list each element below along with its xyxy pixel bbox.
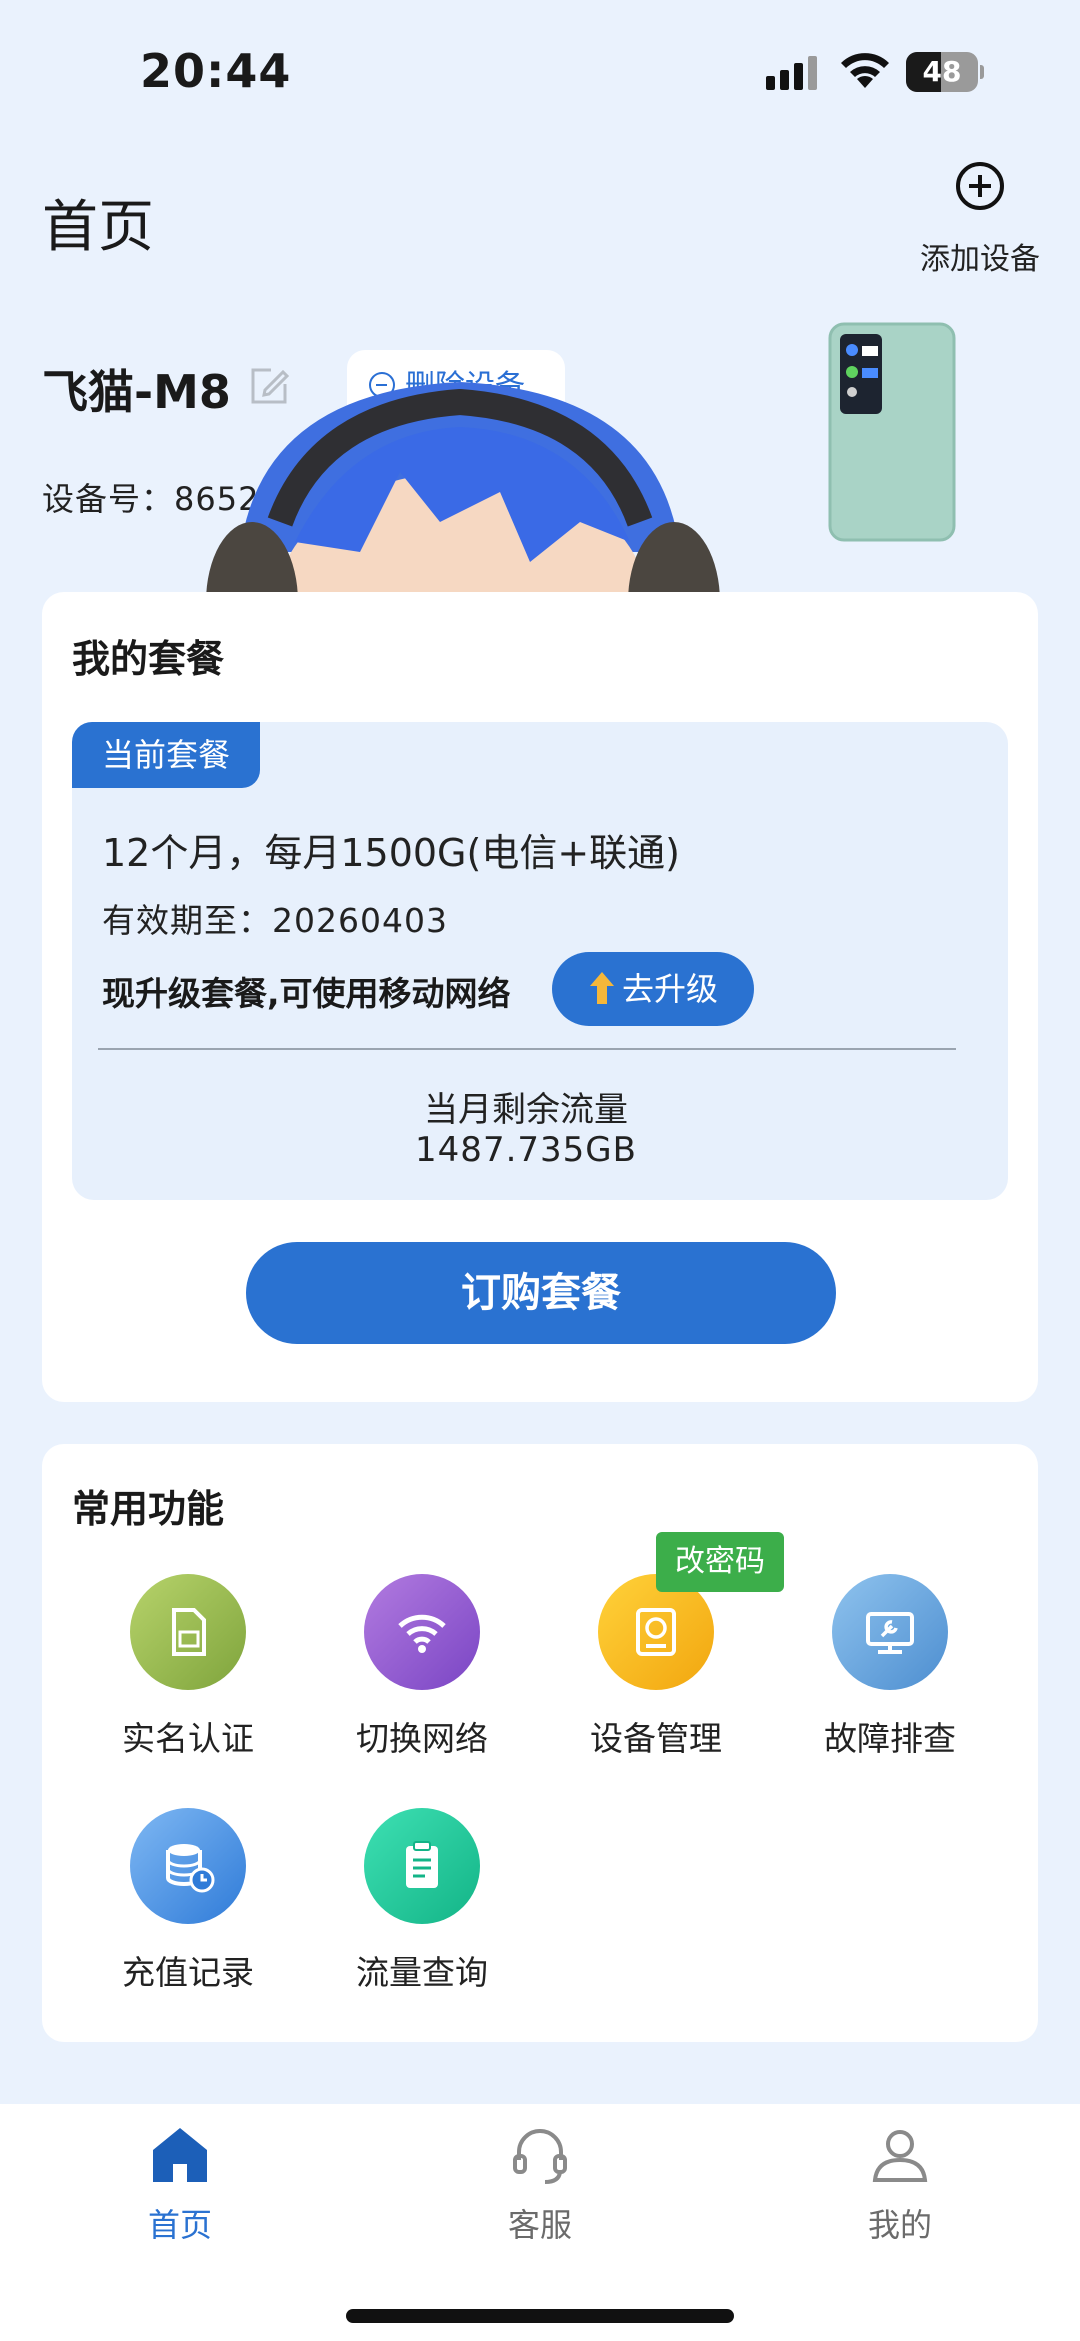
cellular-signal-icon bbox=[766, 56, 817, 90]
remaining-data-label: 当月剩余流量 bbox=[424, 1090, 628, 1130]
nav-item-service[interactable]: 客服 bbox=[440, 2124, 640, 2246]
data-query-icon bbox=[364, 1808, 480, 1924]
recharge-record-icon bbox=[130, 1808, 246, 1924]
battery-text: 48 bbox=[922, 55, 962, 88]
add-circle-icon bbox=[956, 162, 1004, 210]
wifi-status-icon bbox=[841, 53, 889, 88]
nav-label: 客服 bbox=[507, 2206, 572, 2244]
bottom-nav: 首页 客服 我的 bbox=[0, 2104, 1080, 2341]
func-item-switch-network[interactable]: 切换网络 bbox=[322, 1574, 522, 1760]
remaining-data-value: 1487.735GB bbox=[415, 1130, 637, 1170]
sim-card-icon bbox=[130, 1574, 246, 1690]
func-item-recharge-record[interactable]: 充值记录 bbox=[88, 1808, 288, 1994]
nav-item-mine[interactable]: 我的 bbox=[800, 2124, 1000, 2246]
status-time: 20:44 bbox=[140, 44, 292, 98]
func-item-troubleshoot[interactable]: 故障排查 bbox=[790, 1574, 990, 1760]
nav-label: 首页 bbox=[147, 2206, 212, 2244]
upgrade-hint: 现升级套餐,可使用移动网络 bbox=[102, 974, 511, 1013]
add-device-label: 添加设备 bbox=[920, 242, 1040, 277]
page-title: 首页 bbox=[42, 195, 154, 260]
nav-label: 我的 bbox=[867, 2206, 932, 2244]
func-label: 故障排查 bbox=[824, 1719, 956, 1758]
upgrade-button-label: 去升级 bbox=[621, 970, 718, 1008]
status-bar: 20:44 48 bbox=[0, 0, 1080, 140]
headset-icon bbox=[513, 2129, 567, 2184]
plan-card: 我的套餐 当前套餐 12个月，每月1500G(电信+联通) 有效期至：20260… bbox=[42, 592, 1038, 1402]
add-device-button[interactable]: 添加设备 bbox=[900, 160, 1060, 280]
func-label: 实名认证 bbox=[122, 1719, 254, 1758]
functions-card: 常用功能 实名认证 切换网络 设备管理 故障排查 充值记录 流量查询 改密码 bbox=[42, 1444, 1038, 2042]
func-item-real-name[interactable]: 实名认证 bbox=[88, 1574, 288, 1760]
home-icon bbox=[153, 2128, 207, 2182]
func-item-data-query[interactable]: 流量查询 bbox=[322, 1808, 522, 1994]
battery-icon: 48 bbox=[906, 52, 984, 92]
troubleshoot-icon bbox=[832, 1574, 948, 1690]
divider bbox=[98, 1048, 956, 1050]
arrow-up-icon bbox=[589, 972, 614, 1004]
order-plan-button[interactable]: 订购套餐 bbox=[246, 1242, 836, 1344]
functions-heading: 常用功能 bbox=[72, 1487, 225, 1531]
upgrade-button[interactable]: 去升级 bbox=[552, 952, 754, 1026]
device-image bbox=[828, 322, 956, 542]
func-label: 设备管理 bbox=[590, 1719, 722, 1758]
plan-expiry: 有效期至：20260403 bbox=[102, 901, 448, 940]
func-label: 充值记录 bbox=[122, 1953, 254, 1992]
nav-item-home[interactable]: 首页 bbox=[80, 2124, 280, 2246]
user-icon bbox=[872, 2130, 928, 2182]
current-plan-tag: 当前套餐 bbox=[72, 722, 260, 788]
wifi-icon bbox=[364, 1574, 480, 1690]
current-plan-panel: 当前套餐 12个月，每月1500G(电信+联通) 有效期至：20260403 现… bbox=[72, 722, 1008, 1200]
func-label: 切换网络 bbox=[356, 1719, 488, 1758]
home-indicator[interactable] bbox=[346, 2309, 734, 2323]
plan-description: 12个月，每月1500G(电信+联通) bbox=[102, 831, 680, 875]
plan-heading: 我的套餐 bbox=[72, 637, 225, 681]
func-item-device-manage[interactable]: 设备管理 bbox=[556, 1574, 756, 1760]
func-label: 流量查询 bbox=[356, 1953, 488, 1992]
change-password-badge[interactable]: 改密码 bbox=[656, 1532, 784, 1592]
